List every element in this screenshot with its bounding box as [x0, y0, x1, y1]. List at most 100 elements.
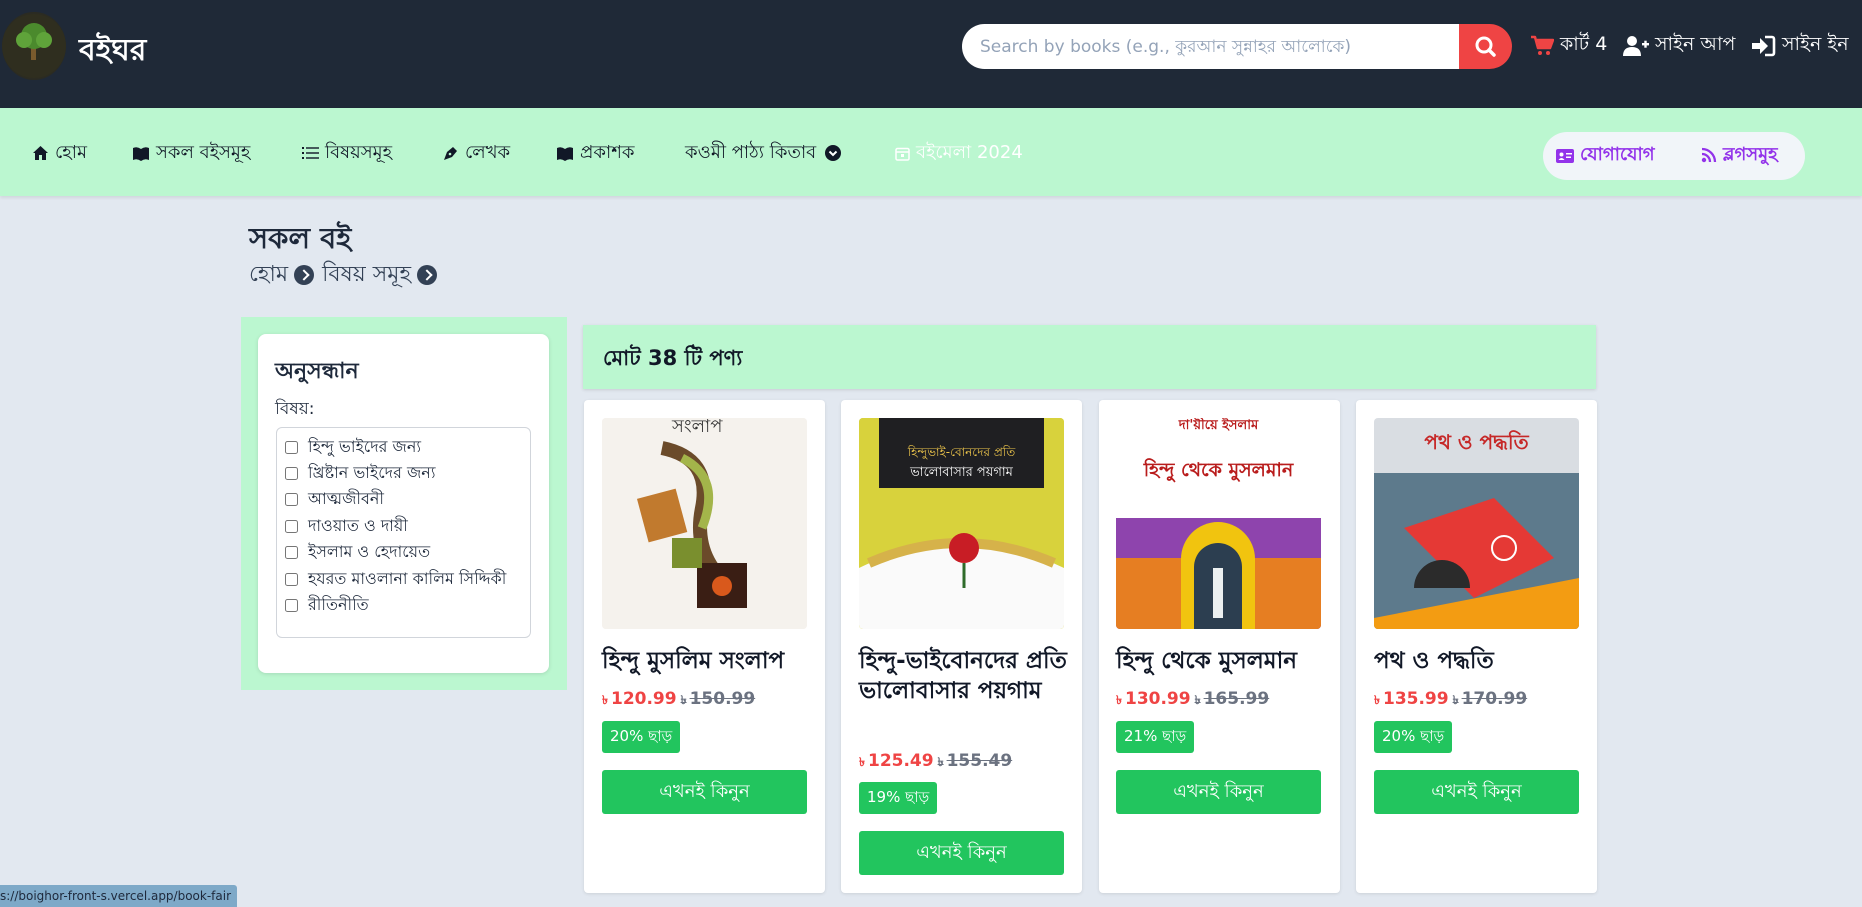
nav-authors[interactable]: লেখক [442, 140, 510, 166]
book-title[interactable]: পথ ও পদ্ধতি [1374, 646, 1584, 676]
cart-link[interactable]: কার্ট 4 [1530, 32, 1607, 60]
price-row: ৳ 135.99 ৳ 170.99 [1374, 689, 1527, 712]
subject-checkbox[interactable] [285, 466, 298, 480]
nav-home[interactable]: হোম [32, 140, 87, 166]
subject-option[interactable]: হিন্দু ভাইদের জন্য [285, 436, 421, 458]
cover-text: সংলাপ [672, 418, 723, 437]
nav-publishers[interactable]: প্রকাশক [556, 140, 635, 166]
signup-link[interactable]: সাইন আপ [1623, 32, 1735, 60]
buy-now-button[interactable]: এখনই কিনুন [602, 770, 807, 814]
list-icon [302, 147, 319, 159]
currency-symbol: ৳ [937, 755, 944, 769]
book-title[interactable]: হিন্দু মুসলিম সংলাপ [602, 646, 812, 676]
subject-option[interactable]: ইসলাম ও হেদায়েত [285, 541, 430, 563]
cover-text: দা'য়ীয়ে ইসলাম [1178, 418, 1259, 433]
old-price: 155.49 [946, 751, 1013, 771]
subject-checkbox[interactable] [285, 440, 298, 454]
cover-text: পথ ও পদ্ধতি [1424, 430, 1529, 454]
blog-icon [1701, 147, 1717, 163]
book-cover[interactable]: হিন্দুভাই-বোনদের প্রতি ভালোবাসার পয়গাম [859, 418, 1064, 629]
cover-text: ভালোবাসার পয়গাম [910, 465, 1013, 480]
book-cover[interactable]: দা'য়ীয়ে ইসলাম হিন্দু থেকে মুসলমান [1116, 418, 1321, 629]
breadcrumb-subjects[interactable]: বিষয় সমূহ [322, 257, 411, 294]
subject-checkbox[interactable] [285, 519, 298, 533]
blogs-label: ব্লগসমুহ [1723, 144, 1778, 165]
breadcrumb-home[interactable]: হোম [249, 257, 288, 294]
buy-now-button[interactable]: এখনই কিনুন [1116, 770, 1321, 814]
book-cover[interactable]: পথ ও পদ্ধতি [1374, 418, 1579, 629]
subject-option[interactable]: রীতিনীতি [285, 594, 369, 616]
price: 135.99 [1382, 689, 1449, 709]
subject-option-label: দাওয়াত ও দায়ী [308, 515, 408, 535]
address-card-icon [1556, 148, 1574, 163]
currency-symbol: ৳ [1452, 693, 1459, 707]
cart-icon [1531, 35, 1554, 55]
discount-badge: 20% ছাড় [602, 721, 681, 753]
brand-name[interactable]: বইঘর [79, 26, 146, 77]
subject-option-label: হযরত মাওলানা কালিম সিদ্দিকী [308, 568, 507, 588]
cover-text: হিন্দুভাই-বোনদের প্রতি [907, 445, 1016, 459]
currency-symbol: ৳ [602, 693, 608, 707]
subject-option-label: আত্মজীবনী [308, 488, 385, 508]
signup-label: সাইন আপ [1655, 33, 1736, 55]
nav-all-books[interactable]: সকল বইসমূহ [132, 140, 250, 166]
contact-link[interactable]: যোগাযোগ [1556, 140, 1655, 171]
book-title[interactable]: হিন্দু থেকে মুসলমান [1116, 646, 1326, 676]
book-cover[interactable]: সংলাপ [602, 418, 807, 629]
book-title[interactable]: হিন্দু-ভাইবোনদের প্রতি ভালোবাসার পয়গাম [859, 646, 1069, 706]
subject-checkbox[interactable] [285, 572, 298, 586]
search-input[interactable] [962, 24, 1460, 69]
subject-option-label: হিন্দু ভাইদের জন্য [308, 436, 422, 456]
nav-label: লেখক [465, 141, 511, 163]
price-row: ৳ 120.99 ৳ 150.99 [602, 689, 755, 712]
total-count: মোট 38 টি পণ্য [603, 346, 743, 370]
search-button[interactable] [1459, 24, 1512, 69]
currency-symbol: ৳ [680, 693, 687, 707]
buy-now-button[interactable]: এখনই কিনুন [859, 831, 1064, 875]
subject-checkbox[interactable] [285, 598, 298, 612]
signin-label: সাইন ইন [1782, 33, 1849, 55]
price: 120.99 [610, 689, 677, 709]
nav-book-fair[interactable]: বইমেলা 2024 [895, 140, 1023, 166]
subject-checkbox[interactable] [285, 545, 298, 559]
book-open-icon [557, 146, 573, 161]
subject-option[interactable]: আত্মজীবনী [285, 488, 384, 510]
subject-option[interactable]: দাওয়াত ও দায়ী [285, 515, 408, 537]
home-icon [33, 146, 48, 160]
nav-qawmi-books[interactable]: কওমী পাঠ্য কিতাব [685, 140, 842, 166]
sign-in-icon [1752, 35, 1776, 57]
currency-symbol: ৳ [859, 755, 865, 769]
buy-now-button[interactable]: এখনই কিনুন [1374, 770, 1579, 814]
user-plus-icon [1623, 36, 1649, 56]
subject-checkbox[interactable] [285, 492, 298, 506]
nav-label: হোম [55, 141, 87, 163]
discount-badge: 20% ছাড় [1374, 721, 1453, 753]
subject-option-label: খ্রিষ্টান ভাইদের জন্য [308, 462, 436, 482]
pen-nib-icon [444, 146, 457, 160]
blogs-link[interactable]: ব্লগসমুহ [1700, 140, 1778, 171]
subject-option[interactable]: খ্রিষ্টান ভাইদের জন্য [285, 462, 435, 484]
currency-symbol: ৳ [1116, 693, 1122, 707]
subject-option[interactable]: হযরত মাওলানা কালিম সিদ্দিকী [285, 568, 506, 590]
old-price: 170.99 [1461, 689, 1528, 709]
price-row: ৳ 125.49 ৳ 155.49 [859, 751, 1012, 774]
old-price: 150.99 [689, 689, 756, 709]
nav-label: কওমী পাঠ্য কিতাব [685, 141, 817, 163]
site-logo[interactable] [2, 12, 66, 80]
calendar-icon [895, 147, 910, 161]
filter-title: অনুসন্ধান [275, 359, 359, 384]
cart-label: কার্ট 4 [1560, 33, 1608, 55]
currency-symbol: ৳ [1194, 693, 1201, 707]
nav-label: প্রকাশক [580, 141, 635, 163]
subject-label: বিষয়: [275, 399, 315, 419]
nav-subjects[interactable]: বিষয়সমূহ [302, 140, 392, 166]
price-row: ৳ 130.99 ৳ 165.99 [1116, 689, 1269, 712]
nav-label: বিষয়সমূহ [325, 141, 393, 163]
old-price: 165.99 [1203, 689, 1270, 709]
subject-option-label: রীতিনীতি [308, 594, 369, 614]
discount-badge: 21% ছাড় [1116, 721, 1195, 753]
chevron-down-circle-icon [825, 145, 842, 161]
subject-option-label: ইসলাম ও হেদায়েত [308, 541, 431, 561]
chevron-right-icon [294, 265, 315, 285]
signin-link[interactable]: সাইন ইন [1750, 32, 1849, 60]
